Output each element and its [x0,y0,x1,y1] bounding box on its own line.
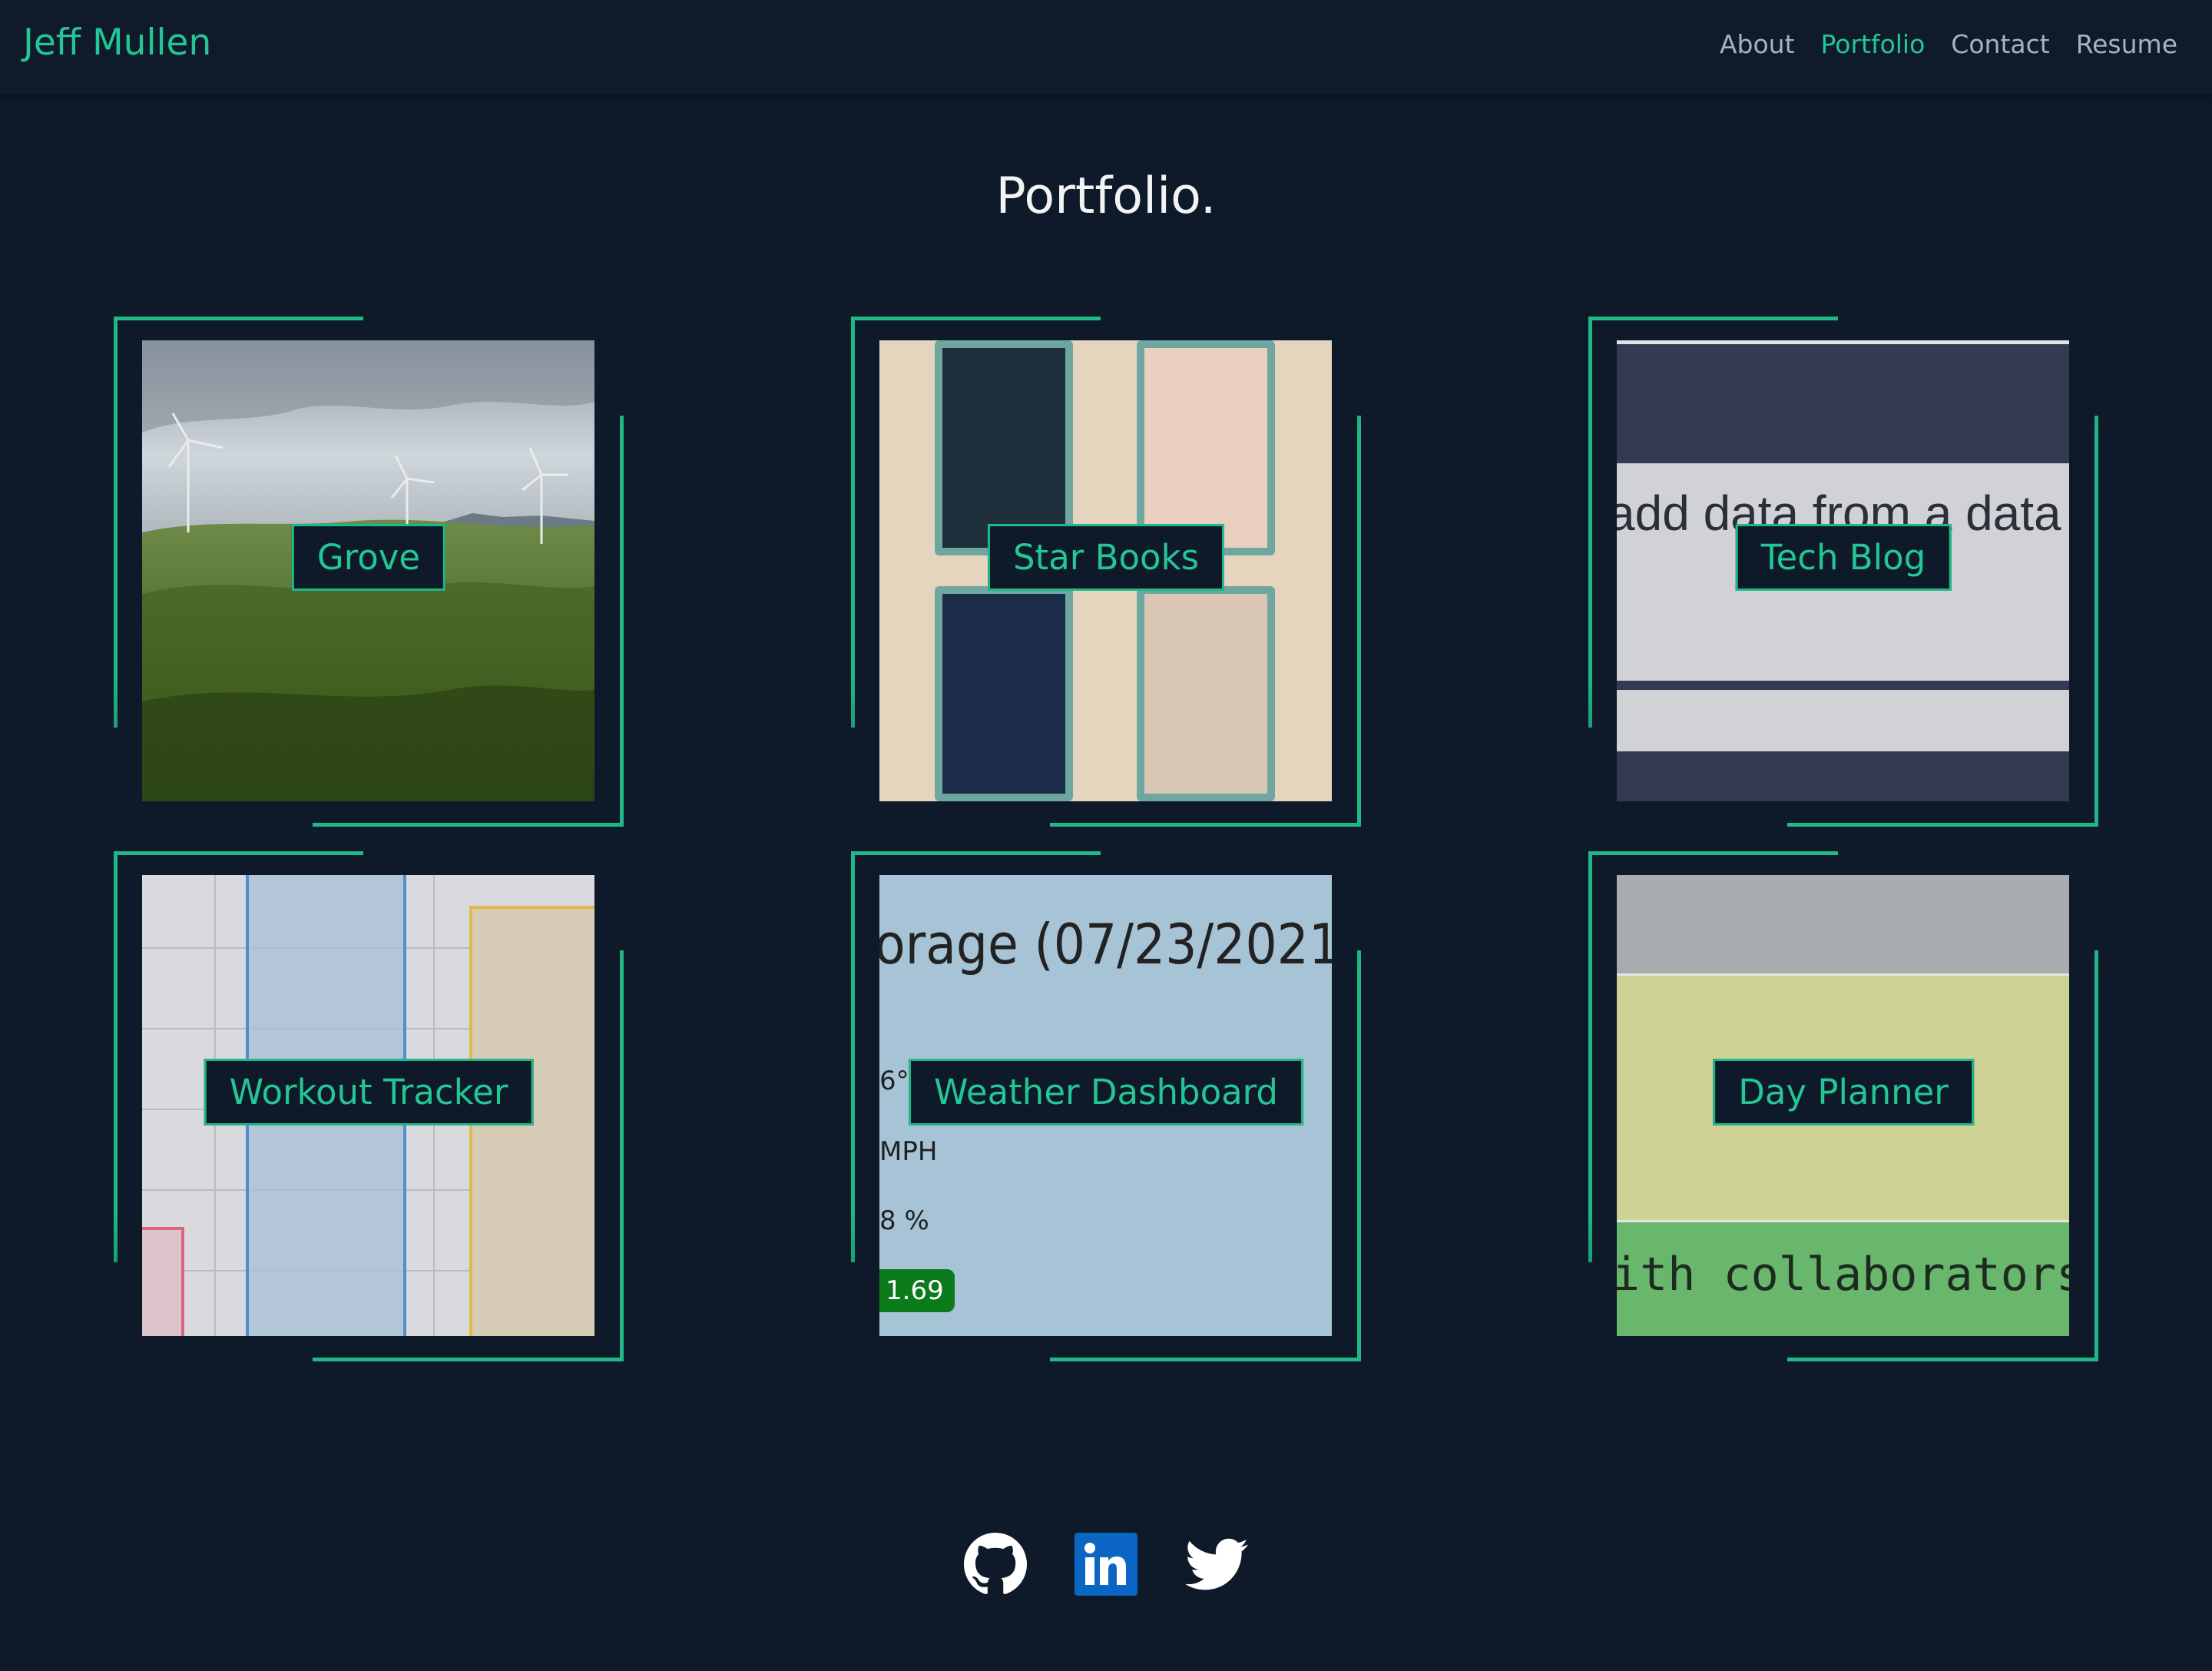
project-card-tech-blog[interactable]: add data from a data Tech Blog [1588,317,2098,827]
book-cover [935,586,1073,801]
github-icon [964,1533,1027,1594]
nav-link-resume[interactable]: Resume [2076,29,2177,59]
nav-link-portfolio[interactable]: Portfolio [1821,29,1926,59]
brand-link[interactable]: Jeff Mullen [23,22,211,64]
page-title: Portfolio. [995,167,1217,225]
linkedin-icon [1075,1533,1137,1596]
navbar: Jeff Mullen About Portfolio Contact Resu… [0,0,2212,94]
weather-temp: 6° [879,1066,909,1096]
planner-thumbnail-text: ith collaborators [1617,1248,2069,1301]
book-cover [1137,340,1275,555]
project-label[interactable]: Grove [291,524,446,591]
project-label[interactable]: Weather Dashboard [909,1059,1303,1126]
weather-humidity: 8 % [879,1205,929,1236]
weather-city-heading: orage (07/23/2021) [879,912,1332,976]
book-cover [935,340,1073,555]
github-link[interactable] [964,1533,1027,1596]
project-card-weather-dashboard[interactable]: orage (07/23/2021) 6° MPH 8 % 1.69 Weath… [851,851,1361,1361]
twitter-icon [1185,1538,1248,1590]
linkedin-link[interactable] [1075,1533,1137,1596]
uv-index-badge: 1.69 [879,1269,955,1312]
nav-link-contact[interactable]: Contact [1951,29,2049,59]
project-card-grove[interactable]: Grove [114,317,624,827]
project-label[interactable]: Workout Tracker [204,1059,534,1126]
book-cover [1137,586,1275,801]
project-label[interactable]: Tech Blog [1735,524,1952,591]
nav-menu: About Portfolio Contact Resume [1720,29,2177,59]
social-links [0,1533,2212,1596]
nav-link-about[interactable]: About [1720,29,1795,59]
twitter-link[interactable] [1185,1533,1248,1596]
project-card-day-planner[interactable]: ith collaborators Day Planner [1588,851,2098,1361]
project-card-star-books[interactable]: Star Books [851,317,1361,827]
project-card-workout-tracker[interactable]: Workout Tracker [114,851,624,1361]
project-label[interactable]: Star Books [987,524,1225,591]
weather-wind: MPH [879,1136,938,1167]
project-label[interactable]: Day Planner [1713,1059,1974,1126]
